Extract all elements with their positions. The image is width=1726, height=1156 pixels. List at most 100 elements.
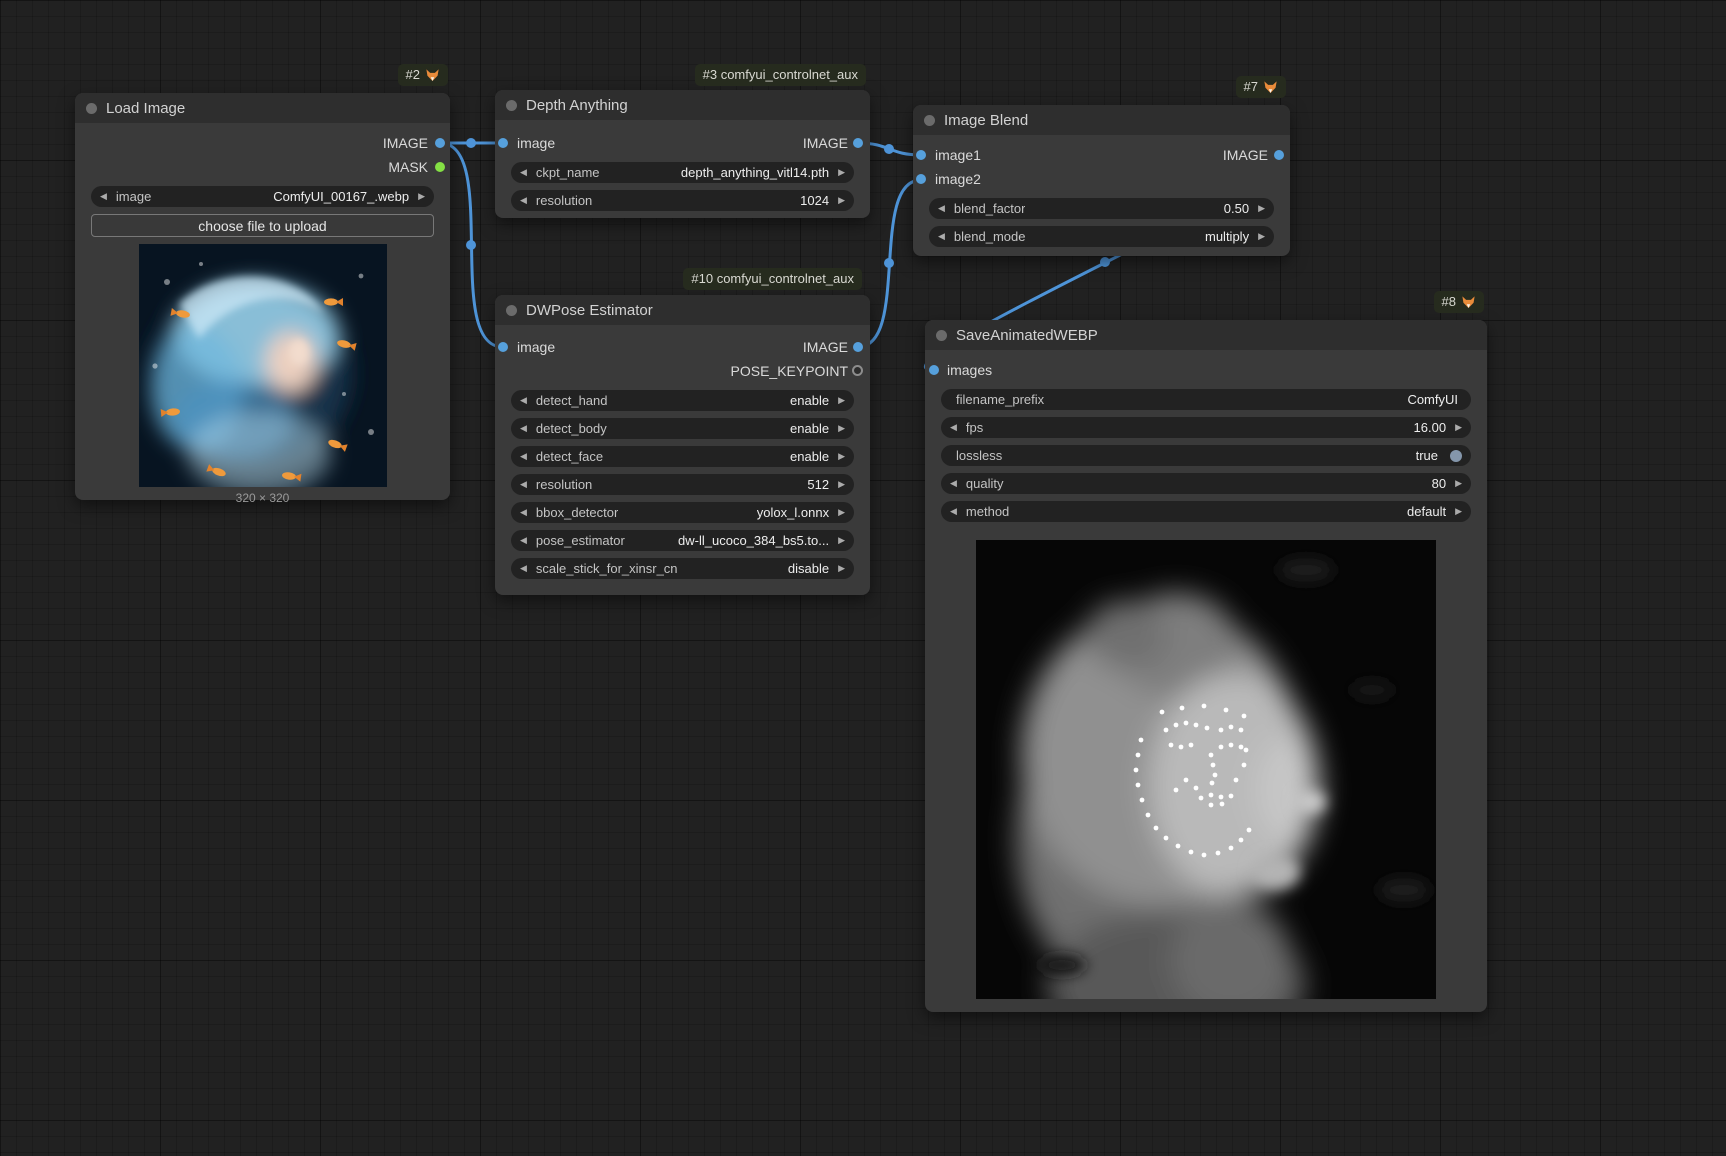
next-value-arrow-icon[interactable]: ▶ xyxy=(838,168,845,177)
prev-value-arrow-icon[interactable]: ◀ xyxy=(100,192,107,201)
choose-file-button[interactable]: choose file to upload xyxy=(91,214,434,237)
widget-label: resolution xyxy=(536,477,592,492)
widget-detect-hand[interactable]: ◀ detect_hand enable ▶ xyxy=(511,390,854,411)
decrement-arrow-icon[interactable]: ◀ xyxy=(950,423,957,432)
slot-label-image-out: IMAGE xyxy=(1223,147,1268,163)
widget-ckpt-name[interactable]: ◀ ckpt_name depth_anything_vitl14.pth ▶ xyxy=(511,162,854,183)
node-header[interactable]: Image Blend xyxy=(913,105,1290,135)
prev-value-arrow-icon[interactable]: ◀ xyxy=(520,396,527,405)
next-value-arrow-icon[interactable]: ▶ xyxy=(838,424,845,433)
prev-value-arrow-icon[interactable]: ◀ xyxy=(520,168,527,177)
node-id-badge: #3 comfyui_controlnet_aux xyxy=(695,64,866,86)
node-header[interactable]: Load Image xyxy=(75,93,450,123)
widget-value: enable xyxy=(790,449,829,464)
fox-icon xyxy=(1461,295,1476,309)
input-slot-image2[interactable] xyxy=(916,174,926,184)
node-header[interactable]: Depth Anything xyxy=(495,90,870,120)
input-slot-image[interactable] xyxy=(498,342,508,352)
widget-lossless-toggle[interactable]: lossless true xyxy=(941,445,1471,466)
node-status-dot xyxy=(936,330,947,341)
widget-detect-body[interactable]: ◀ detect_body enable ▶ xyxy=(511,418,854,439)
output-slot-image[interactable] xyxy=(435,138,445,148)
increment-arrow-icon[interactable]: ▶ xyxy=(1455,423,1462,432)
node-id-badge: #10 comfyui_controlnet_aux xyxy=(683,268,862,290)
widget-value: 512 xyxy=(807,477,829,492)
badge-label: #8 xyxy=(1442,294,1456,310)
prev-value-arrow-icon[interactable]: ◀ xyxy=(520,424,527,433)
prev-value-arrow-icon[interactable]: ◀ xyxy=(950,507,957,516)
slot-label-image-out: IMAGE xyxy=(803,135,848,151)
increment-arrow-icon[interactable]: ▶ xyxy=(838,196,845,205)
widget-detect-face[interactable]: ◀ detect_face enable ▶ xyxy=(511,446,854,467)
node-header[interactable]: SaveAnimatedWEBP xyxy=(925,320,1487,350)
input-slot-image[interactable] xyxy=(498,138,508,148)
output-slot-image[interactable] xyxy=(853,342,863,352)
increment-arrow-icon[interactable]: ▶ xyxy=(1455,479,1462,488)
widget-scale-stick-for-xinsr-cn[interactable]: ◀ scale_stick_for_xinsr_cn disable ▶ xyxy=(511,558,854,579)
prev-value-arrow-icon[interactable]: ◀ xyxy=(520,564,527,573)
slot-label-image2-in: image2 xyxy=(935,171,981,187)
widget-fps[interactable]: ◀ fps 16.00 ▶ xyxy=(941,417,1471,438)
widget-method[interactable]: ◀ method default ▶ xyxy=(941,501,1471,522)
slot-label-image-out: IMAGE xyxy=(383,135,428,151)
widget-filename-prefix[interactable]: filename_prefix ComfyUI xyxy=(941,389,1471,410)
node-graph-canvas[interactable]: #2 Load Image IMAGE MASK ◀ image ComfyUI… xyxy=(0,0,1726,1156)
prev-value-arrow-icon[interactable]: ◀ xyxy=(520,536,527,545)
node-title: Image Blend xyxy=(944,112,1028,129)
badge-label: #7 xyxy=(1244,79,1258,95)
widget-value: ComfyUI_00167_.webp xyxy=(273,189,409,204)
slot-label-image-in: image xyxy=(517,339,555,355)
widget-bbox-detector[interactable]: ◀ bbox_detector yolox_l.onnx ▶ xyxy=(511,502,854,523)
widget-value: disable xyxy=(788,561,829,576)
next-value-arrow-icon[interactable]: ▶ xyxy=(838,536,845,545)
decrement-arrow-icon[interactable]: ◀ xyxy=(520,196,527,205)
input-slot-image1[interactable] xyxy=(916,150,926,160)
decrement-arrow-icon[interactable]: ◀ xyxy=(520,480,527,489)
prev-value-arrow-icon[interactable]: ◀ xyxy=(520,452,527,461)
widget-pose-estimator[interactable]: ◀ pose_estimator dw-ll_ucoco_384_bs5.to.… xyxy=(511,530,854,551)
widget-value: multiply xyxy=(1205,229,1249,244)
widget-label: blend_factor xyxy=(954,201,1026,216)
input-slot-images[interactable] xyxy=(929,365,939,375)
next-value-arrow-icon[interactable]: ▶ xyxy=(838,452,845,461)
widget-blend-mode[interactable]: ◀ blend_mode multiply ▶ xyxy=(929,226,1274,247)
widget-label: method xyxy=(966,504,1009,519)
output-slot-mask[interactable] xyxy=(435,162,445,172)
next-value-arrow-icon[interactable]: ▶ xyxy=(838,396,845,405)
badge-label: #2 xyxy=(406,67,420,83)
prev-value-arrow-icon[interactable]: ◀ xyxy=(520,508,527,517)
output-slot-image[interactable] xyxy=(853,138,863,148)
node-id-badge: #7 xyxy=(1236,76,1286,98)
widget-label: pose_estimator xyxy=(536,533,625,548)
next-value-arrow-icon[interactable]: ▶ xyxy=(418,192,425,201)
node-status-dot xyxy=(506,100,517,111)
node-header[interactable]: DWPose Estimator xyxy=(495,295,870,325)
widget-label: detect_body xyxy=(536,421,607,436)
widget-image-combo[interactable]: ◀ image ComfyUI_00167_.webp ▶ xyxy=(91,186,434,207)
next-value-arrow-icon[interactable]: ▶ xyxy=(838,564,845,573)
output-slot-pose-keypoint[interactable] xyxy=(852,365,863,376)
decrement-arrow-icon[interactable]: ◀ xyxy=(938,204,945,213)
slot-label-pose-keypoint-out: POSE_KEYPOINT xyxy=(731,363,848,379)
widget-blend-factor[interactable]: ◀ blend_factor 0.50 ▶ xyxy=(929,198,1274,219)
next-value-arrow-icon[interactable]: ▶ xyxy=(1455,507,1462,516)
image-size-caption: 320 × 320 xyxy=(91,491,434,505)
node-depth-anything: #3 comfyui_controlnet_aux Depth Anything… xyxy=(495,90,870,218)
widget-label: image xyxy=(116,189,151,204)
widget-resolution[interactable]: ◀ resolution 512 ▶ xyxy=(511,474,854,495)
link-midpoint-dot xyxy=(884,258,894,268)
output-slot-image[interactable] xyxy=(1274,150,1284,160)
increment-arrow-icon[interactable]: ▶ xyxy=(1258,204,1265,213)
widget-resolution[interactable]: ◀ resolution 1024 ▶ xyxy=(511,190,854,211)
next-value-arrow-icon[interactable]: ▶ xyxy=(838,508,845,517)
toggle-knob-icon[interactable] xyxy=(1450,450,1462,462)
next-value-arrow-icon[interactable]: ▶ xyxy=(1258,232,1265,241)
fox-icon xyxy=(1263,80,1278,94)
node-save-animated-webp: #8 SaveAnimatedWEBP images filename_pref… xyxy=(925,320,1487,1012)
badge-label: #10 comfyui_controlnet_aux xyxy=(691,271,854,287)
decrement-arrow-icon[interactable]: ◀ xyxy=(950,479,957,488)
widget-value: 1024 xyxy=(800,193,829,208)
widget-quality[interactable]: ◀ quality 80 ▶ xyxy=(941,473,1471,494)
increment-arrow-icon[interactable]: ▶ xyxy=(838,480,845,489)
prev-value-arrow-icon[interactable]: ◀ xyxy=(938,232,945,241)
